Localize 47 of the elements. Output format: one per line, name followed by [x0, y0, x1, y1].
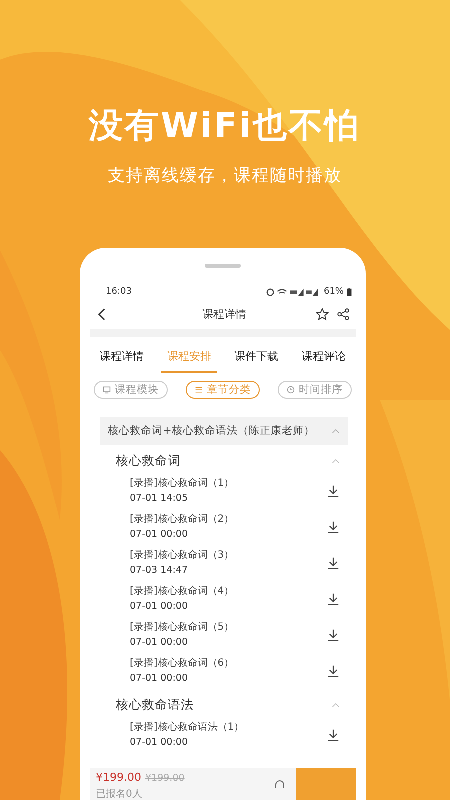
star-icon[interactable]: [316, 308, 329, 320]
chevron-icon: [332, 703, 340, 708]
lesson-title[interactable]: [录播]核心救命词（3）: [130, 549, 234, 562]
headline: 没有WiFi也不怕: [88, 105, 362, 148]
download-icon[interactable]: [327, 484, 340, 498]
subtitle: 支持离线缓存，课程随时播放: [108, 165, 342, 188]
chevron-icon: [332, 459, 340, 464]
lesson-title[interactable]: [录播]核心救命词（6）: [130, 657, 234, 670]
course-header[interactable]: 核心救命词+核心救命语法（陈正康老师）: [100, 417, 348, 445]
lesson-title[interactable]: [录播]核心救命词（4）: [130, 585, 234, 598]
status-time: 16:03: [106, 287, 132, 297]
download-icon[interactable]: [327, 592, 340, 606]
battery-icon: [347, 288, 352, 296]
original-price: ¥199.00: [146, 773, 185, 784]
lesson-title[interactable]: [录播]核心救命词（5）: [130, 621, 234, 634]
speaker-slot: [205, 264, 241, 268]
battery-level: 61%: [324, 287, 344, 297]
chevron-icon: [332, 428, 340, 434]
lesson-time: 07-01 00:00: [130, 528, 190, 541]
share-icon[interactable]: [337, 308, 350, 320]
clock-icon: [287, 386, 295, 394]
lesson-time: 07-01 00:00: [130, 672, 190, 685]
lesson-title[interactable]: [录播]核心救命词（1）: [130, 477, 234, 490]
download-icon[interactable]: [327, 728, 340, 742]
tab[interactable]: 课件下载: [228, 345, 285, 373]
download-icon[interactable]: [327, 628, 340, 642]
lesson-time: 07-01 00:00: [130, 600, 190, 613]
page-title: 课程详情: [202, 306, 248, 322]
signal-icon: [264, 288, 321, 296]
tab[interactable]: 课程评论: [296, 345, 352, 373]
price: ¥199.00: [96, 771, 142, 784]
lesson-title[interactable]: [录播]核心救命语法（1）: [130, 721, 244, 734]
list-icon: [195, 386, 203, 394]
lesson-time: 07-01 00:00: [130, 636, 190, 649]
lesson-time: 07-01 00:00: [130, 736, 190, 749]
chapter-header[interactable]: 核心救命词: [116, 445, 340, 473]
lesson-time: 07-01 14:05: [130, 492, 190, 505]
tab[interactable]: 课程详情: [94, 345, 150, 373]
chapter-header[interactable]: 核心救命语法: [116, 689, 340, 717]
headset-icon[interactable]: [274, 780, 286, 790]
screen-icon: [103, 386, 111, 394]
lesson-time: 07-03 14:47: [130, 564, 190, 577]
lesson-title[interactable]: [录播]核心救命词（2）: [130, 513, 234, 526]
download-icon[interactable]: [327, 556, 340, 570]
download-icon[interactable]: [327, 664, 340, 678]
enrolled-count: 已报名0人: [96, 788, 144, 800]
download-icon[interactable]: [327, 520, 340, 534]
